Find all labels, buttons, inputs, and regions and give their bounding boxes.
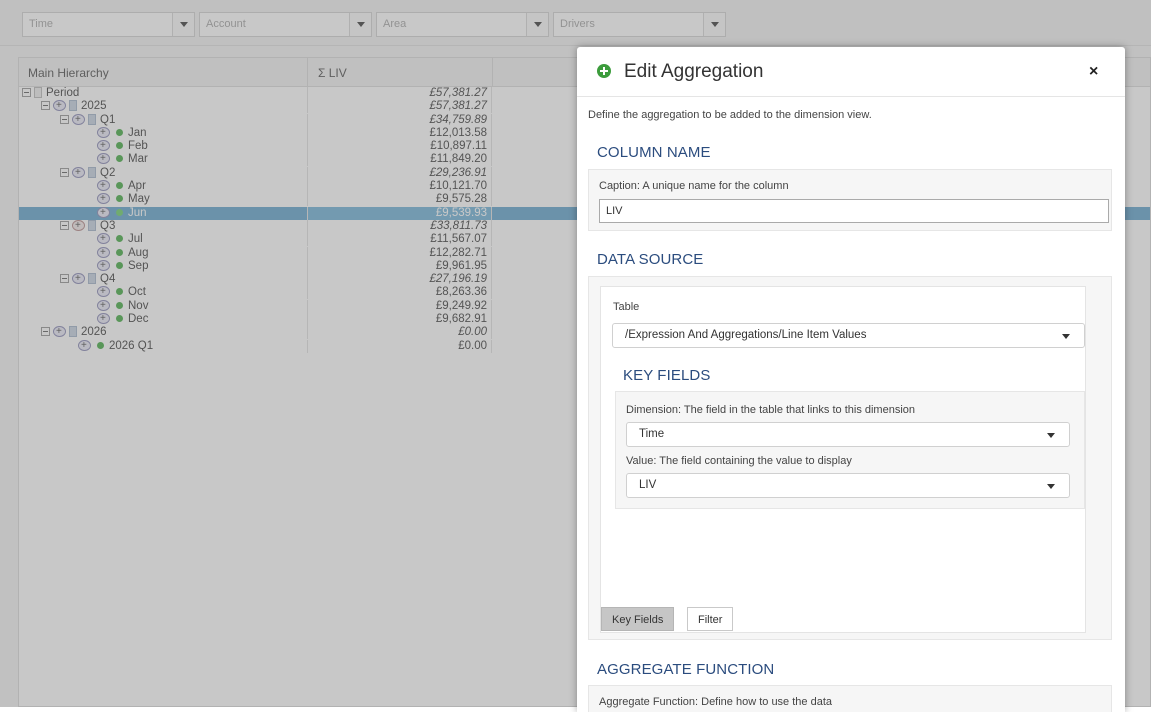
dimension-select-value: Time <box>639 428 665 440</box>
dimension-label: Dimension: The field in the table that l… <box>626 404 916 416</box>
caption-input-value: LIV <box>606 205 623 217</box>
tab-filter-label: Filter <box>698 614 723 626</box>
caption-label: Caption: A unique name for the column <box>599 180 789 192</box>
aggregate-function-label: Aggregate Function: Define how to use th… <box>599 696 832 708</box>
tab-key-fields[interactable]: Key Fields <box>601 607 675 631</box>
chevron-down-icon <box>1062 334 1070 339</box>
caption-input[interactable]: LIV <box>599 199 1109 223</box>
dialog-description: Define the aggregation to be added to th… <box>588 109 872 121</box>
key-fields-panel: Dimension: The field in the table that l… <box>615 391 1085 509</box>
aggregate-function-panel: Aggregate Function: Define how to use th… <box>588 685 1112 712</box>
column-name-heading: COLUMN NAME <box>597 144 711 161</box>
data-source-heading: DATA SOURCE <box>597 251 704 268</box>
plus-circle-icon <box>597 64 611 78</box>
edit-aggregation-dialog: Edit Aggregation × Define the aggregatio… <box>577 47 1125 712</box>
aggregate-function-heading: AGGREGATE FUNCTION <box>597 661 775 678</box>
chevron-down-icon <box>1047 433 1055 438</box>
value-field-label: Value: The field containing the value to… <box>626 455 852 467</box>
table-label: Table <box>613 301 640 313</box>
dimension-select[interactable]: Time <box>626 422 1070 447</box>
dialog-title: Edit Aggregation <box>624 61 764 82</box>
chevron-down-icon <box>1047 484 1055 489</box>
dialog-header: Edit Aggregation × <box>577 47 1125 97</box>
tab-key-fields-label: Key Fields <box>612 614 664 626</box>
data-source-card: Table /Expression And Aggregations/Line … <box>600 286 1086 633</box>
close-icon[interactable]: × <box>1089 63 1098 81</box>
table-select-value: /Expression And Aggregations/Line Item V… <box>625 329 867 341</box>
value-field-select-value: LIV <box>639 479 657 491</box>
tab-filter[interactable]: Filter <box>687 607 734 631</box>
key-fields-heading: KEY FIELDS <box>623 367 711 384</box>
table-select[interactable]: /Expression And Aggregations/Line Item V… <box>612 323 1085 348</box>
value-field-select[interactable]: LIV <box>626 473 1070 498</box>
column-name-panel: Caption: A unique name for the column LI… <box>588 169 1112 231</box>
